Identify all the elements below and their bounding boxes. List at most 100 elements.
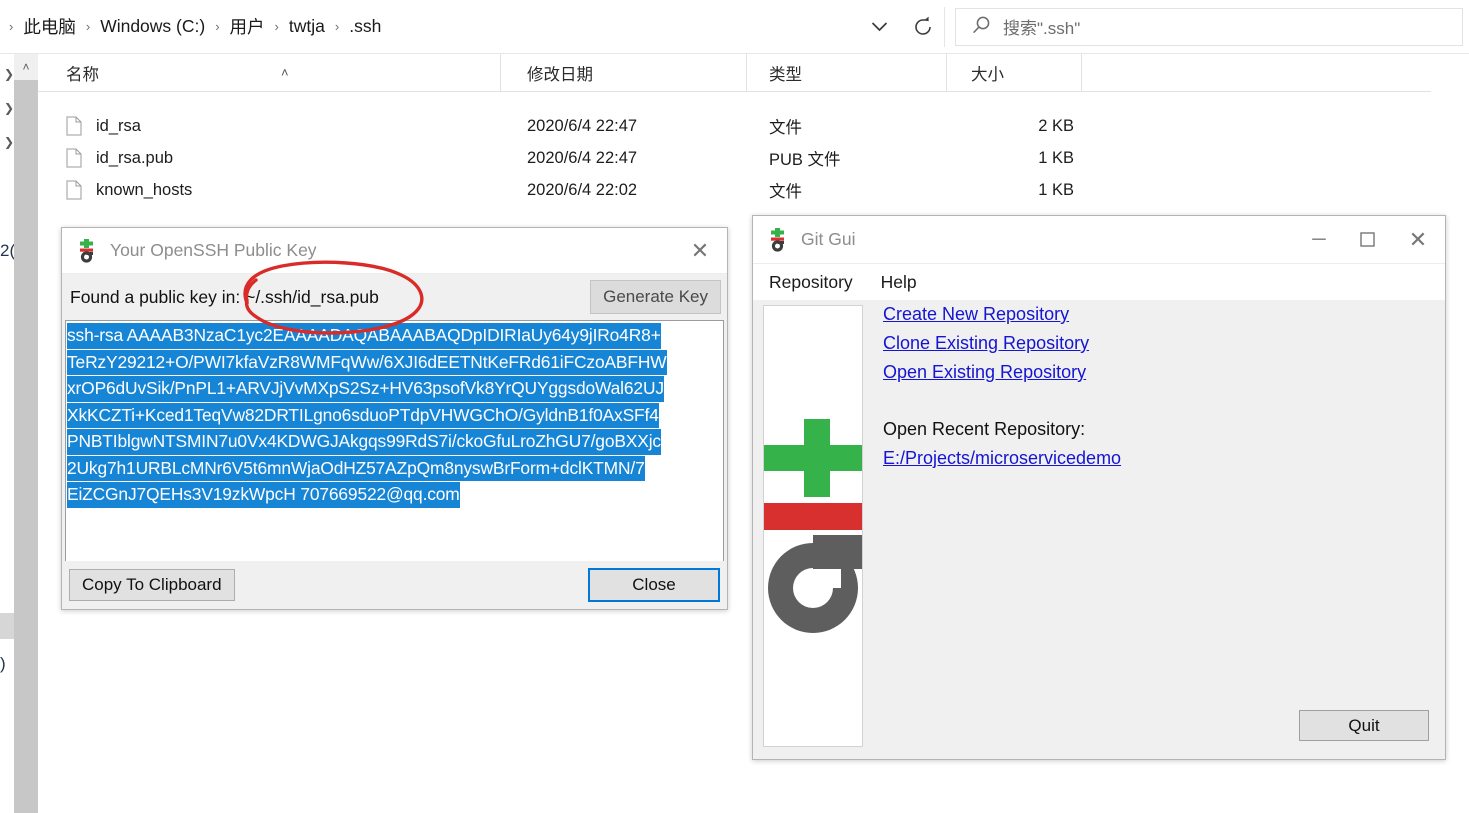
create-new-repository-link[interactable]: Create New Repository <box>883 300 1069 329</box>
file-size-cell: 2 KB <box>947 117 1082 136</box>
menu-item-help[interactable]: Help <box>877 270 921 295</box>
sort-ascending-icon: ˄ <box>281 65 289 80</box>
breadcrumb[interactable]: › 此电脑 › Windows (C:) › 用户 › twtja › .ssh <box>0 9 384 45</box>
generate-key-button[interactable]: Generate Key <box>590 280 721 314</box>
recent-repository-path-link[interactable]: E:/Projects/microservicedemo <box>883 444 1121 473</box>
breadcrumb-separator: › <box>328 19 346 34</box>
git-gui-icon <box>76 239 98 263</box>
maximize-icon[interactable] <box>1343 217 1391 263</box>
git-logo-red-bar <box>764 503 862 530</box>
git-gui-window[interactable]: Git Gui ─ ✕ Repository Help <box>752 215 1446 760</box>
tree-label-fragment-top: 2( <box>0 241 15 261</box>
openssh-public-key-dialog[interactable]: Your OpenSSH Public Key ✕ Found a public… <box>61 227 728 610</box>
breadcrumb-separator: › <box>208 19 226 34</box>
links-spacer <box>883 387 1423 415</box>
dialog-title: Your OpenSSH Public Key <box>110 240 317 261</box>
file-name-label: known_hosts <box>96 181 192 200</box>
git-logo-plus-horizontal <box>764 445 862 471</box>
file-type-cell: PUB 文件 <box>747 146 947 170</box>
search-input[interactable]: 搜索".ssh" <box>955 8 1463 46</box>
refresh-icon[interactable] <box>901 7 945 47</box>
vertical-scrollbar[interactable]: ˄ <box>14 54 38 813</box>
link-row-open: Open Existing Repository <box>883 358 1423 387</box>
table-row[interactable]: id_rsa 2020/6/4 22:47 文件 2 KB <box>38 110 1431 142</box>
public-key-line: TeRzY29212+O/PWI7kfaVzR8WMFqWw/6XJI6dEET… <box>67 350 667 376</box>
menu-bar: Repository Help <box>753 264 1445 300</box>
file-type-cell: 文件 <box>747 178 947 202</box>
search-placeholder: 搜索".ssh" <box>1003 14 1080 39</box>
scroll-up-button[interactable]: ˄ <box>14 54 38 80</box>
link-row-create: Create New Repository <box>883 300 1423 329</box>
column-header-date[interactable]: 修改日期 <box>501 54 747 92</box>
file-icon <box>66 180 82 200</box>
breadcrumb-item-windows-c[interactable]: Windows (C:) <box>97 14 208 39</box>
close-icon[interactable]: ✕ <box>1391 217 1445 263</box>
table-row[interactable]: known_hosts 2020/6/4 22:02 文件 1 KB <box>38 174 1431 206</box>
breadcrumb-separator: › <box>268 19 286 34</box>
quit-button[interactable]: Quit <box>1299 710 1429 741</box>
copy-to-clipboard-button[interactable]: Copy To Clipboard <box>69 569 235 601</box>
found-key-label: Found a public key in: ~/.ssh/id_rsa.pub <box>70 287 379 308</box>
git-logo-g-shape <box>764 535 862 634</box>
file-date-cell: 2020/6/4 22:47 <box>501 117 747 136</box>
breadcrumb-item-ssh[interactable]: .ssh <box>346 14 384 39</box>
file-icon <box>66 148 82 168</box>
file-name-cell[interactable]: known_hosts <box>38 180 501 200</box>
breadcrumb-item-users[interactable]: 用户 <box>227 12 268 41</box>
public-key-line: EiZCGnJ7QEHs3V19zkWpcH 707669522@qq.com <box>67 482 460 508</box>
dialog-button-row: Copy To Clipboard Close <box>62 561 727 609</box>
public-key-line: xrOP6dUvSik/PnPL1+ARVJjVvMXpS2Sz+HV63pso… <box>67 376 664 402</box>
tree-label-fragment-bottom: ) <box>0 654 6 674</box>
git-gui-body: Create New Repository Clone Existing Rep… <box>753 300 1445 759</box>
clone-existing-repository-link[interactable]: Clone Existing Repository <box>883 329 1089 358</box>
recent-repository-row: E:/Projects/microservicedemo <box>883 444 1423 473</box>
breadcrumb-leading-separator: › <box>2 19 20 34</box>
git-gui-icon <box>767 228 789 252</box>
git-gui-title: Git Gui <box>801 229 855 250</box>
column-header-type[interactable]: 类型 <box>747 54 947 92</box>
breadcrumb-item-twtja[interactable]: twtja <box>286 14 328 39</box>
file-size-cell: 1 KB <box>947 181 1082 200</box>
public-key-line: 2Ukg7h1URBLcMNr6V5t6mnWjaOdHZ57AZpQm8nys… <box>67 456 645 482</box>
table-row[interactable]: id_rsa.pub 2020/6/4 22:47 PUB 文件 1 KB <box>38 142 1431 174</box>
address-bar: › 此电脑 › Windows (C:) › 用户 › twtja › .ssh… <box>0 0 1469 54</box>
file-name-label: id_rsa <box>96 117 141 136</box>
recent-repository-section: Open Recent Repository: <box>883 415 1423 444</box>
minimize-icon[interactable]: ─ <box>1295 217 1343 263</box>
breadcrumb-item-this-pc[interactable]: 此电脑 <box>20 12 79 41</box>
file-name-cell[interactable]: id_rsa.pub <box>38 148 501 168</box>
close-icon[interactable]: ✕ <box>673 228 727 274</box>
scrollbar-thumb[interactable] <box>14 80 38 813</box>
search-icon <box>972 15 991 39</box>
file-name-cell[interactable]: id_rsa <box>38 116 501 136</box>
dialog-title-bar[interactable]: Your OpenSSH Public Key ✕ <box>62 228 727 274</box>
file-type-cell: 文件 <box>747 114 947 138</box>
dialog-window-controls: ✕ <box>673 228 727 274</box>
column-header-row: 名称 ˄ 修改日期 类型 大小 <box>38 54 1431 92</box>
chevron-down-icon[interactable] <box>857 7 901 47</box>
git-logo <box>764 419 862 634</box>
breadcrumb-separator: › <box>79 19 97 34</box>
git-gui-window-controls: ─ ✕ <box>1295 217 1445 263</box>
git-logo-panel <box>763 305 863 747</box>
public-key-textbox[interactable]: ssh-rsa AAAAB3NzaC1yc2EAAAADAQABAAABAQDp… <box>65 320 724 575</box>
file-icon <box>66 116 82 136</box>
public-key-line: XkKCZTi+Kced1TeqVw82DRTILgno6sduoPTdpVHW… <box>67 403 659 429</box>
found-key-row: Found a public key in: ~/.ssh/id_rsa.pub… <box>62 274 727 320</box>
public-key-text: ssh-rsa AAAAB3NzaC1yc2EAAAADAQABAAABAQDp… <box>67 323 723 509</box>
column-header-name-label: 名称 <box>66 61 99 85</box>
close-button[interactable]: Close <box>588 568 720 602</box>
column-header-name[interactable]: 名称 ˄ <box>38 54 501 92</box>
file-date-cell: 2020/6/4 22:47 <box>501 149 747 168</box>
column-header-size[interactable]: 大小 <box>947 54 1082 92</box>
repository-actions: Create New Repository Clone Existing Rep… <box>883 300 1423 473</box>
git-gui-title-bar[interactable]: Git Gui ─ ✕ <box>753 216 1445 264</box>
file-name-label: id_rsa.pub <box>96 149 173 168</box>
menu-item-repository[interactable]: Repository <box>765 270 857 295</box>
file-size-cell: 1 KB <box>947 149 1082 168</box>
public-key-line: PNBTIblgwNTSMIN7u0Vx4KDWGJAkgqs99RdS7i/c… <box>67 429 661 455</box>
open-recent-repository-label: Open Recent Repository: <box>883 419 1085 439</box>
public-key-line: ssh-rsa AAAAB3NzaC1yc2EAAAADAQABAAABAQDp… <box>67 323 661 349</box>
open-existing-repository-link[interactable]: Open Existing Repository <box>883 358 1086 387</box>
link-row-clone: Clone Existing Repository <box>883 329 1423 358</box>
